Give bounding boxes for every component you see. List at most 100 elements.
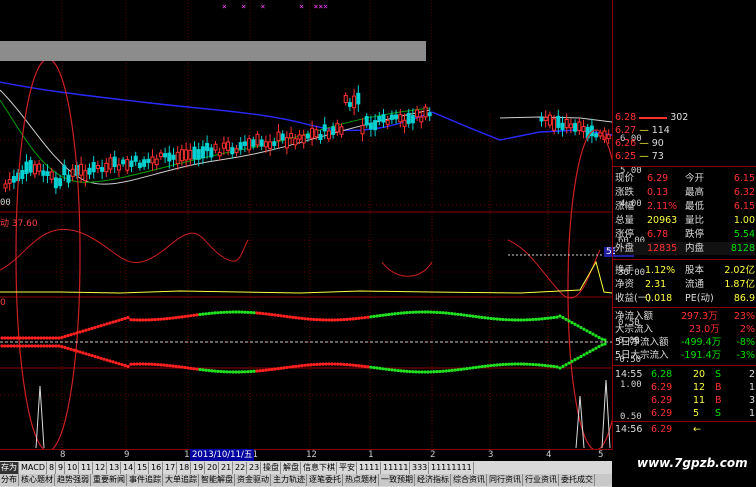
ribbon-dot-upper [579,325,583,330]
tab-tabs-row2-10[interactable]: 热点题材 [344,474,379,486]
tab-tabs-row2-5[interactable]: 大单追踪 [164,474,199,486]
tab-tabs-row2-14[interactable]: 同行资讯 [488,474,523,486]
ribbon-dot-lower [510,362,514,366]
candle-body [251,139,256,147]
ribbon-dot-lower [228,370,232,374]
candle-body [49,171,54,180]
tab-tabs-row1-14[interactable]: 20 [206,462,220,474]
candle-body [70,168,75,177]
tab-tabs-row1-23[interactable]: 11111 [382,462,411,474]
ribbon-dot-upper [84,328,88,332]
ribbon-dot-lower [93,354,97,359]
kline-chart-area[interactable]: 00 × × × × ××× 6.00 5.00 4.00 动 37.60 53… [0,0,645,450]
ribbon-dot-lower [198,367,202,372]
ribbon-dot-upper [456,312,460,316]
tab-tabs-row1-12[interactable]: 18 [178,462,192,474]
ribbon-dot-lower [150,362,154,366]
tab-tabs-row2-3[interactable]: 重要新闻 [92,474,127,486]
ribbon-dot-upper [429,310,433,314]
tab-tabs-row1-16[interactable]: 22 [234,462,248,474]
ribbon-dot-upper [165,317,169,321]
tab-tabs-row2-2[interactable]: 趋势强弱 [56,474,91,486]
tab-tabs-row2-11[interactable]: 一致预期 [380,474,415,486]
ribbon-dot-upper [225,310,229,314]
candle-body [91,162,96,173]
tab-tabs-row2-12[interactable]: 经济指标 [416,474,451,486]
ribbon-dot-lower [171,364,175,368]
candle-body [234,148,239,154]
period-tick: 9 [124,450,130,460]
ribbon-dot-upper [213,311,217,315]
ribbon-dot-upper [399,311,403,315]
tab-tabs-row1-13[interactable]: 19 [192,462,206,474]
tab-tabs-row1-11[interactable]: 17 [164,462,178,474]
ribbon-dot-upper [426,310,430,314]
ribbon-dot-lower [87,353,91,357]
tab-tabs-row2-16[interactable]: 委托成交 [560,474,595,486]
ribbon-dot-lower [189,366,193,370]
tab-tabs-row1-0[interactable]: 存为 [0,462,19,474]
tab-tabs-row1-9[interactable]: 15 [136,462,150,474]
tab-tabs-row2-1[interactable]: 核心题材 [20,474,55,486]
ribbon-dot-lower [111,360,115,364]
tab-tabs-row1-4[interactable]: 10 [66,462,80,474]
ribbon-dot-upper [486,316,490,320]
candle-body [226,141,231,151]
ribbon-dot-lower [537,363,541,367]
tab-tabs-row2-4[interactable]: 事件追踪 [128,474,163,486]
candle-body [272,141,277,147]
ribbon-dot-upper [33,336,37,340]
ribbon-dot-upper [294,316,298,320]
ribbon-dot-upper [312,317,316,322]
tab-tabs-row2-0[interactable]: 分布 [0,474,19,486]
ribbon-dot-lower [180,365,184,369]
ribbon-dot-upper [261,311,265,316]
tab-tabs-row1-22[interactable]: 1111 [358,462,382,474]
ribbon-dot-lower [81,351,85,355]
tab-tabs-row1-21[interactable]: 平安 [338,462,357,474]
tab-tabs-row2-7[interactable]: 资金驱动 [236,474,271,486]
ribbon-dot-lower [525,362,529,366]
ribbon-dot-lower [69,347,73,351]
ribbon-dot-lower [105,358,109,362]
ribbon-dot-upper [450,312,454,316]
tab-tabs-row2-6[interactable]: 智能解盘 [200,474,235,486]
tab-tabs-row2-13[interactable]: 综合资讯 [452,474,487,486]
ribbon-dot-lower [579,354,583,359]
candle-body [356,92,361,105]
tab-tabs-row1-5[interactable]: 11 [80,462,94,474]
ribbon-dot-upper [75,331,79,335]
kline-svg[interactable] [0,0,612,450]
tab-tabs-row1-25[interactable]: 11111111 [430,462,474,474]
tab-tabs-row2-8[interactable]: 主力轨迹 [272,474,307,486]
ribbon-dot-upper [204,312,208,316]
ribbon-dot-upper [129,318,133,322]
tab-tabs-row1-7[interactable]: 13 [108,462,122,474]
tab-tabs-row1-20[interactable]: 信息下棋 [302,462,337,474]
tab-tabs-row1-2[interactable]: 8 [48,462,57,474]
candle-body [552,118,557,131]
tab-tabs-row2-9[interactable]: 逐笔委托 [308,474,343,486]
tab-tabs-row1-19[interactable]: 解盘 [282,462,301,474]
candle-body [116,164,121,171]
ribbon-dot-upper [336,318,340,322]
tab-tabs-row1-15[interactable]: 21 [220,462,234,474]
tick-row: 6.29 11 B 3 [651,395,755,406]
tab-tabs-row1-8[interactable]: 14 [122,462,136,474]
tab-tabs-row1-1[interactable]: MACD [20,462,47,474]
ribbon-dot-lower [591,348,595,352]
ribbon-dot-lower [504,362,508,366]
tab-tabs-row1-3[interactable]: 9 [57,462,66,474]
ribbon-dot-upper [510,318,514,322]
tab-tabs-row1-18[interactable]: 操盘 [262,462,281,474]
tab-tabs-row2-15[interactable]: 行业资讯 [524,474,559,486]
tab-tabs-row1-24[interactable]: 333 [411,462,430,474]
candle-body [121,159,126,165]
tab-tabs-row1-10[interactable]: 16 [150,462,164,474]
tab-tabs-row1-17[interactable]: 23 [248,462,262,474]
ribbon-dot-upper [99,324,103,328]
candle-body [41,170,46,176]
candle-body [280,133,285,141]
ribbon-dot-lower [531,362,535,367]
tab-tabs-row1-6[interactable]: 12 [94,462,108,474]
